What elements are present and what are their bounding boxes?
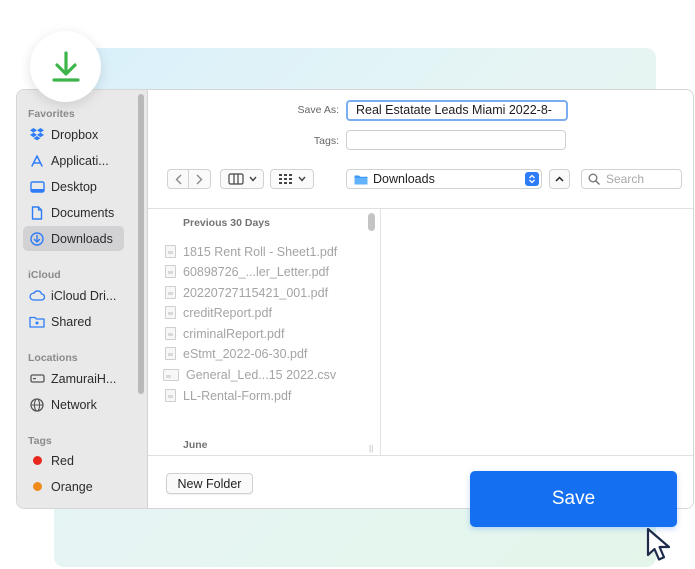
download-badge: [30, 31, 101, 102]
sidebar-item-label: Network: [51, 397, 97, 412]
tag-orange-dot: [32, 482, 42, 491]
file-item[interactable]: criminalReport.pdf: [165, 324, 284, 343]
columns-view-icon: [227, 173, 244, 185]
sidebar-header-icloud: iCloud: [28, 269, 61, 281]
file-icon: [165, 306, 176, 319]
spreadsheet-icon: [163, 368, 179, 381]
sidebar-item-label: Documents: [51, 205, 115, 220]
sidebar-item-shared[interactable]: Shared: [23, 309, 124, 334]
sidebar-item-disk[interactable]: ZamuraiH...: [23, 366, 124, 391]
sidebar-item-downloads[interactable]: Downloads: [23, 226, 124, 251]
file-item[interactable]: eStmt_2022-06-30.pdf: [165, 344, 307, 363]
sidebar-header-favorites: Favorites: [28, 108, 75, 120]
sidebar-item-label: Shared: [51, 314, 92, 329]
location-popup[interactable]: Downloads: [346, 169, 542, 189]
grid-icon: [279, 174, 292, 184]
sidebar-item-network[interactable]: Network: [23, 392, 124, 417]
applications-icon: [29, 153, 45, 169]
collapse-button[interactable]: [549, 169, 570, 189]
sidebar-item-icloud-drive[interactable]: iCloud Dri...: [23, 283, 124, 308]
sidebar-item-label: Dropbox: [51, 127, 99, 142]
preview-column: [380, 208, 693, 455]
folder-icon: [354, 175, 368, 184]
file-list-scrollbar[interactable]: [368, 213, 375, 231]
file-icon: [165, 389, 176, 402]
file-item[interactable]: 20220727115421_001.pdf: [165, 283, 328, 302]
sidebar-header-locations: Locations: [28, 352, 78, 364]
location-label: Downloads: [373, 172, 435, 186]
sidebar-item-applications[interactable]: Applicati...: [23, 148, 124, 173]
hard-drive-icon: [29, 371, 45, 387]
sidebar-item-documents[interactable]: Documents: [23, 200, 124, 225]
file-icon: [165, 245, 176, 258]
file-icon: [165, 347, 176, 360]
shared-folder-icon: [29, 314, 45, 330]
sidebar-scrollbar[interactable]: [138, 94, 144, 394]
section-june: June: [183, 439, 208, 451]
sidebar-item-tag-orange[interactable]: Orange: [23, 474, 124, 499]
tags-input[interactable]: [346, 130, 566, 150]
search-icon: [588, 173, 600, 185]
view-mode-button[interactable]: [220, 169, 264, 189]
forward-button[interactable]: [189, 169, 211, 189]
search-placeholder: Search: [606, 172, 645, 186]
group-button[interactable]: [270, 169, 314, 189]
file-icon: [165, 265, 176, 278]
save-button[interactable]: Save: [470, 471, 677, 527]
sidebar-item-label: Orange: [51, 479, 93, 494]
file-item[interactable]: 1815 Rent Roll - Sheet1.pdf: [165, 242, 337, 261]
download-circle-icon: [29, 231, 45, 247]
sidebar-item-dropbox[interactable]: Dropbox: [23, 122, 124, 147]
back-button[interactable]: [167, 169, 189, 189]
chevron-down-icon: [248, 176, 257, 182]
tags-label: Tags:: [313, 135, 339, 147]
file-item[interactable]: creditReport.pdf: [165, 303, 272, 322]
sidebar-item-label: Applicati...: [51, 153, 109, 168]
chevron-left-icon: [175, 174, 181, 184]
sidebar-item-label: Downloads: [51, 231, 113, 246]
chevron-up-icon: [555, 176, 564, 182]
column-resize-handle[interactable]: ||: [369, 444, 373, 453]
file-list-column: Previous 30 Days 1815 Rent Roll - Sheet1…: [148, 208, 380, 455]
document-icon: [29, 205, 45, 221]
tag-red-dot: [32, 456, 42, 465]
chevron-right-icon: [196, 174, 203, 184]
sidebar: Favorites Dropbox Applicati... Desktop D…: [17, 90, 148, 508]
save-as-input[interactable]: Real Estatate Leads Miami 2022-8-: [346, 100, 568, 121]
sidebar-header-tags: Tags: [28, 435, 52, 447]
sidebar-item-label: iCloud Dri...: [51, 288, 117, 303]
file-item[interactable]: General_Led...15 2022.csv: [163, 365, 336, 384]
sidebar-item-label: Red: [51, 453, 74, 468]
file-item[interactable]: 60898726_...ler_Letter.pdf: [165, 262, 329, 281]
chevron-down-icon: [298, 176, 306, 182]
search-field[interactable]: Search: [581, 169, 682, 189]
sidebar-item-label: ZamuraiH...: [51, 371, 117, 386]
new-folder-button[interactable]: New Folder: [166, 473, 253, 494]
sidebar-item-tag-red[interactable]: Red: [23, 448, 124, 473]
main-panel: Save As: Real Estatate Leads Miami 2022-…: [148, 90, 693, 508]
globe-icon: [29, 397, 45, 413]
save-as-label: Save As:: [297, 104, 339, 116]
cloud-icon: [29, 288, 45, 304]
file-icon: [165, 286, 176, 299]
section-previous-30-days: Previous 30 Days: [183, 217, 270, 229]
file-icon: [165, 327, 176, 340]
desktop-icon: [29, 179, 45, 195]
save-dialog: Favorites Dropbox Applicati... Desktop D…: [16, 89, 694, 509]
updown-chevron-icon: [525, 172, 539, 186]
file-item[interactable]: LL-Rental-Form.pdf: [165, 386, 291, 405]
pointer-cursor-icon: [646, 527, 671, 561]
sidebar-item-desktop[interactable]: Desktop: [23, 174, 124, 199]
download-icon: [51, 50, 80, 82]
dropbox-icon: [29, 127, 45, 143]
sidebar-item-label: Desktop: [51, 179, 97, 194]
